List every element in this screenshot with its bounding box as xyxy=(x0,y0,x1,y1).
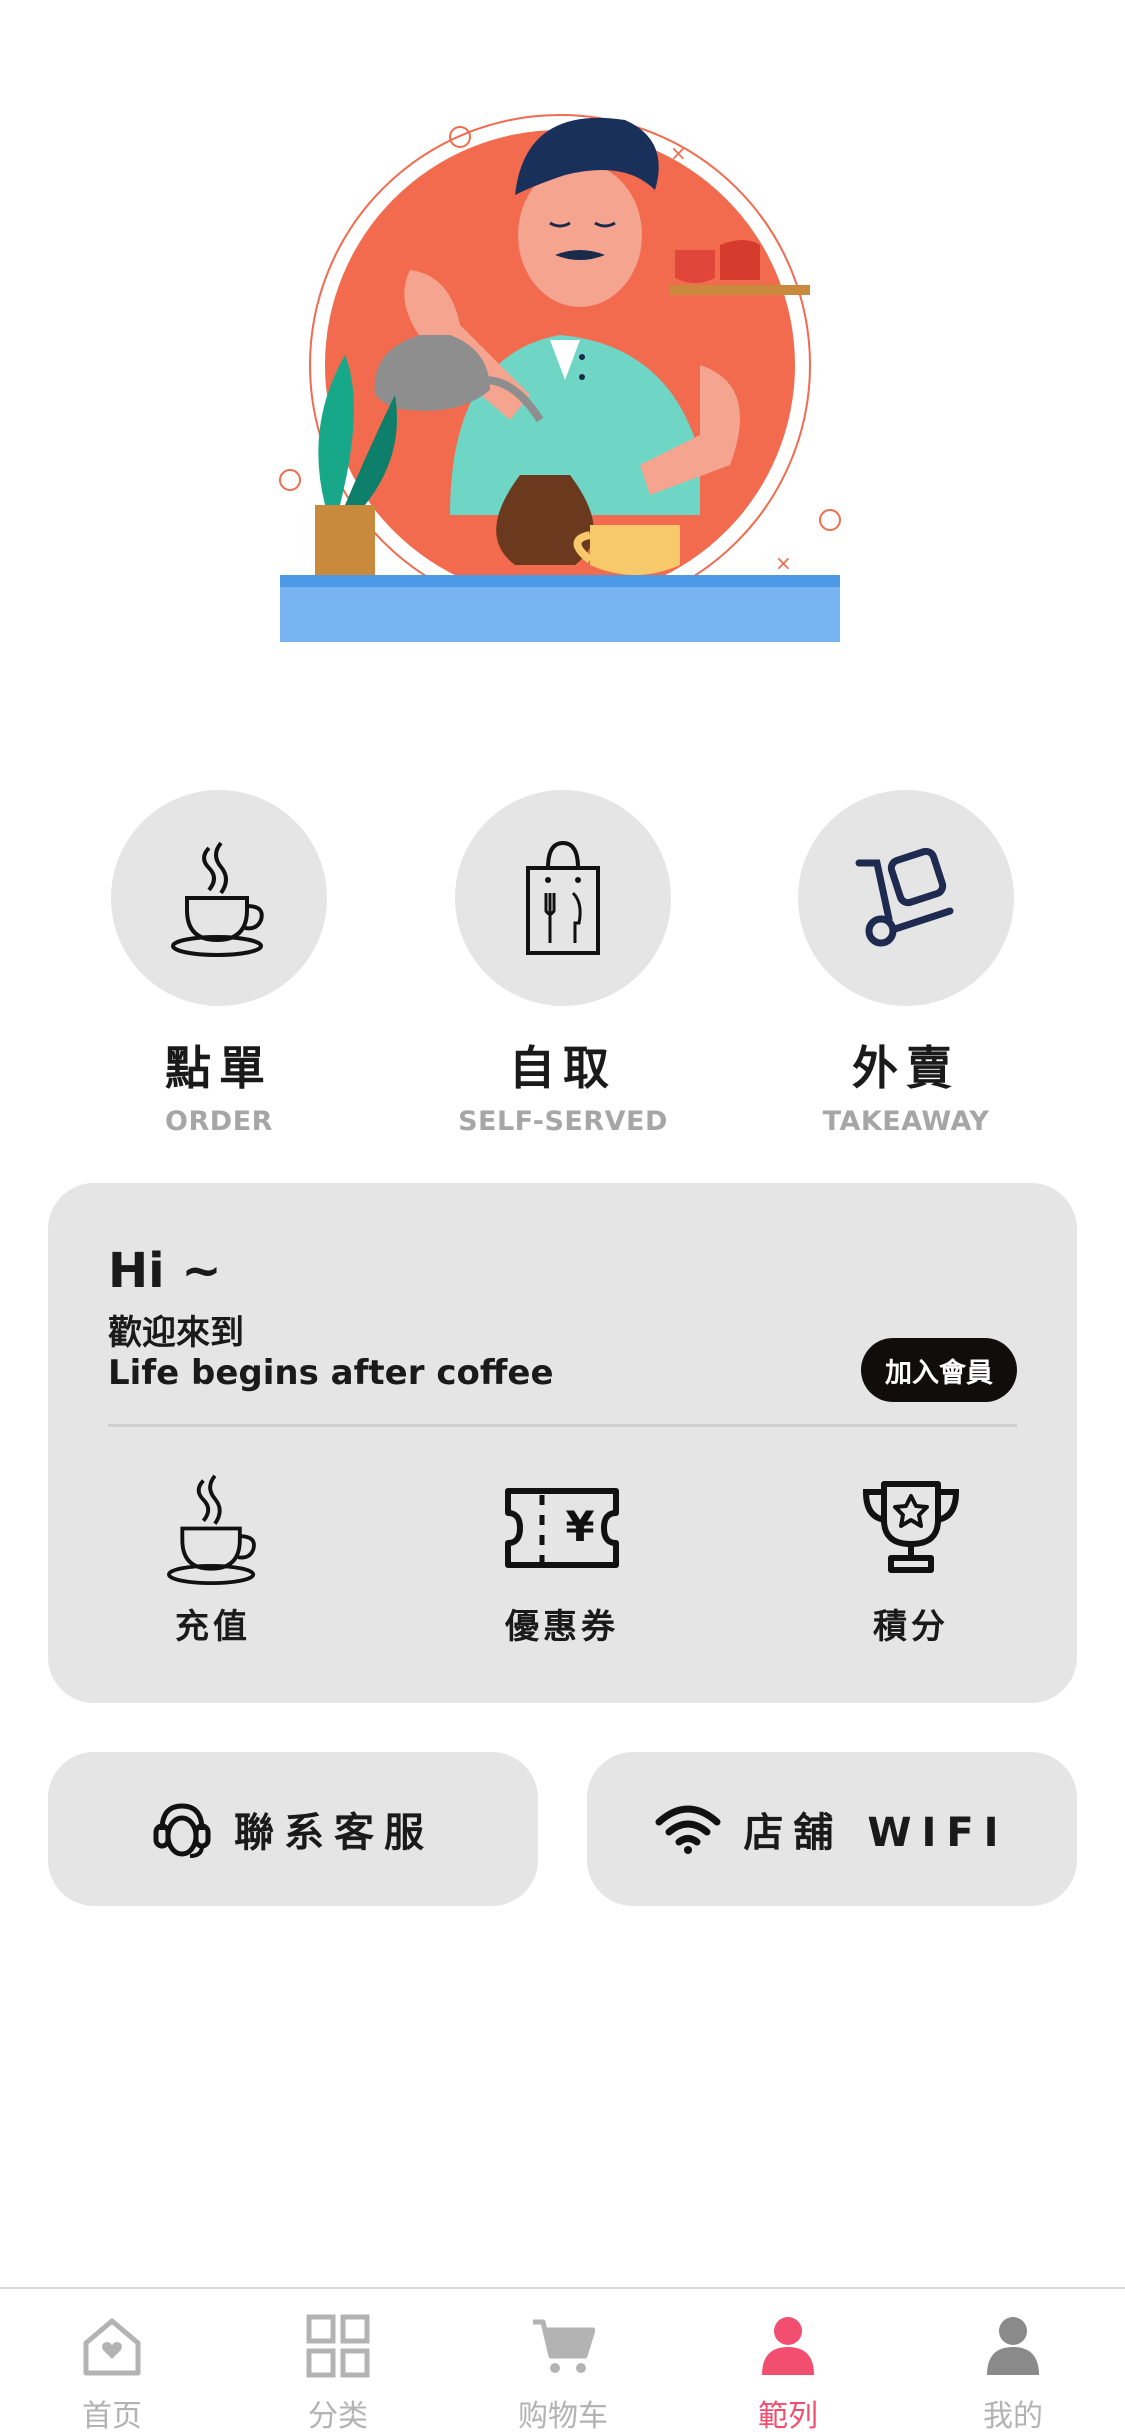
slogan-text: Life begins after coffee xyxy=(108,1353,554,1393)
svg-text:×: × xyxy=(775,551,792,575)
self-served-icon-circle[interactable] xyxy=(455,790,671,1006)
trophy-icon xyxy=(862,1481,960,1573)
greeting: Hi ~ xyxy=(108,1243,222,1299)
card-divider xyxy=(108,1424,1017,1427)
hand-truck-icon xyxy=(855,847,954,947)
svg-text:×: × xyxy=(670,141,687,165)
top-up-label: 充值 xyxy=(175,1607,251,1647)
member-card: Hi ~ 歡迎來到 Life begins after coffee 加入會員 … xyxy=(48,1183,1077,1703)
coupon-button[interactable]: ¥ 優惠券 xyxy=(462,1473,662,1648)
store-wifi-label: 店舖 WIFI xyxy=(743,1810,1009,1856)
order-sublabel: ORDER xyxy=(165,1106,273,1137)
tab-category[interactable]: 分类 xyxy=(258,2311,418,2435)
tab-home-label: 首页 xyxy=(82,2399,142,2434)
hero-illustration: × × × xyxy=(260,95,860,675)
points-button[interactable]: 積分 xyxy=(811,1473,1011,1648)
coffee-cup-icon xyxy=(171,841,264,957)
order-service-button[interactable]: 點單 ORDER xyxy=(89,790,349,1137)
welcome-text: 歡迎來到 xyxy=(108,1313,244,1353)
takeaway-sublabel: TAKEAWAY xyxy=(822,1106,990,1137)
join-member-button[interactable]: 加入會員 xyxy=(861,1338,1017,1402)
contact-support-button[interactable]: 聯系客服 xyxy=(48,1752,538,1906)
tab-cart[interactable]: 购物车 xyxy=(483,2311,643,2435)
user-icon xyxy=(987,2317,1039,2375)
svg-text:¥: ¥ xyxy=(565,1502,594,1551)
grid-icon xyxy=(306,2314,370,2378)
self-served-service-button[interactable]: 自取 SELF-SERVED xyxy=(433,790,693,1137)
self-served-label: 自取 xyxy=(509,1041,617,1095)
tab-mine-label: 我的 xyxy=(983,2399,1043,2434)
takeaway-service-button[interactable]: 外賣 TAKEAWAY xyxy=(776,790,1036,1137)
tab-category-label: 分类 xyxy=(308,2399,368,2434)
takeaway-icon-circle[interactable] xyxy=(798,790,1014,1006)
order-label: 點單 xyxy=(165,1041,273,1095)
coffee-cup-icon xyxy=(167,1474,256,1585)
tab-mine[interactable]: 我的 xyxy=(933,2311,1093,2435)
wifi-icon xyxy=(655,1805,721,1854)
order-icon-circle[interactable] xyxy=(111,790,327,1006)
points-label: 積分 xyxy=(873,1607,949,1647)
coupon-label: 優惠券 xyxy=(505,1607,619,1647)
coupon-icon: ¥ xyxy=(505,1488,619,1568)
service-options: 點單 ORDER 自取 SELF-SERVED 外賣 TAKEAWAY xyxy=(0,790,1125,1140)
tab-cart-label: 购物车 xyxy=(518,2399,608,2434)
tab-example-label: 範列 xyxy=(758,2399,818,2434)
tab-home[interactable]: 首页 xyxy=(32,2311,192,2435)
cart-icon xyxy=(533,2319,595,2373)
headset-icon xyxy=(153,1803,211,1858)
self-served-sublabel: SELF-SERVED xyxy=(458,1106,668,1137)
top-up-button[interactable]: 充值 xyxy=(113,1473,313,1648)
contact-support-label: 聯系客服 xyxy=(234,1810,434,1856)
store-wifi-button[interactable]: 店舖 WIFI xyxy=(587,1752,1077,1906)
bottom-tab-bar: 首页 分类 购物车 範列 我的 xyxy=(0,2287,1125,2436)
user-icon xyxy=(762,2317,814,2375)
tab-example[interactable]: 範列 xyxy=(708,2311,868,2435)
shopping-bag-icon xyxy=(526,840,600,955)
home-icon xyxy=(83,2318,141,2376)
takeaway-label: 外賣 xyxy=(852,1041,960,1095)
